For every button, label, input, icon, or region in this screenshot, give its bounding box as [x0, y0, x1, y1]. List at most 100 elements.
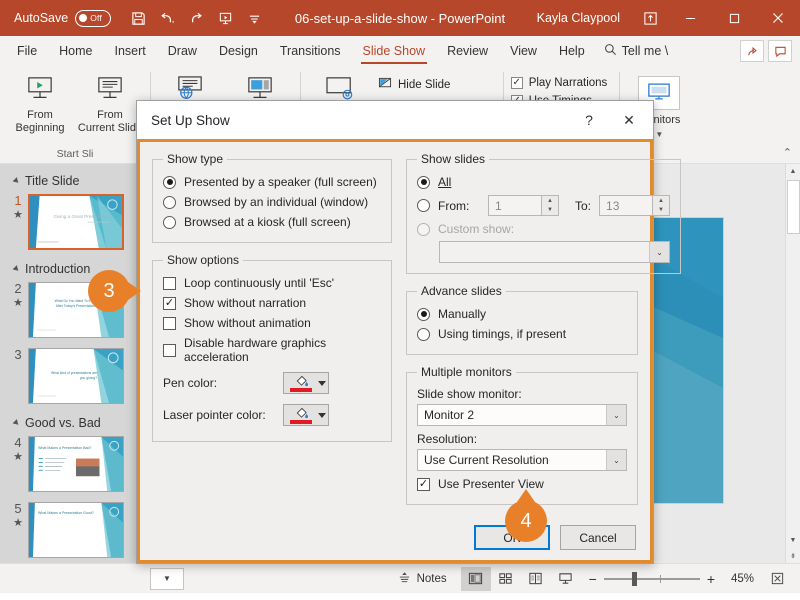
zoom-slider[interactable]	[604, 578, 700, 580]
autosave-control[interactable]: AutoSave Off	[14, 10, 111, 27]
section-header-introduction[interactable]: Introduction	[0, 258, 149, 280]
chevron-down-icon[interactable]: ⌄	[649, 242, 669, 262]
from-stepper[interactable]: 1 ▲ ▼	[488, 195, 559, 216]
scrollbar-thumb[interactable]	[787, 180, 800, 234]
checkbox-disable-hardware-acceleration[interactable]: Disable hardware graphics acceleration	[163, 333, 381, 367]
spin-up-icon[interactable]: ▲	[653, 196, 669, 206]
cancel-button[interactable]: Cancel	[560, 525, 636, 550]
list-item[interactable]: 1 ★ Giving a Great Presentation CustomGu…	[0, 192, 149, 258]
radio-indicator[interactable]	[163, 216, 176, 229]
tab-home[interactable]: Home	[48, 36, 103, 66]
spin-down-icon[interactable]: ▼	[542, 206, 558, 216]
radio-browsed-at-kiosk[interactable]: Browsed at a kiosk (full screen)	[163, 212, 381, 232]
zoom-control[interactable]: − + 45%	[581, 571, 762, 587]
checkbox-indicator[interactable]	[163, 277, 176, 290]
share-icon[interactable]	[740, 40, 764, 62]
save-icon[interactable]	[125, 5, 151, 31]
to-input[interactable]: 13	[599, 195, 653, 216]
radio-indicator[interactable]	[163, 196, 176, 209]
slide-sorter-icon[interactable]	[491, 567, 521, 591]
laser-pointer-color-button[interactable]	[283, 404, 329, 426]
chevron-down-icon[interactable]	[318, 413, 326, 418]
collapse-triangle-icon[interactable]	[13, 265, 21, 273]
zoom-out-button[interactable]: −	[589, 571, 597, 587]
customize-qat-icon[interactable]	[241, 5, 267, 31]
scroll-down-icon[interactable]: ▼	[786, 533, 800, 548]
slide-show-icon[interactable]	[551, 567, 581, 591]
close-button[interactable]	[756, 0, 800, 36]
pen-color-button[interactable]	[283, 372, 329, 394]
tab-review[interactable]: Review	[436, 36, 499, 66]
checkbox-indicator[interactable]	[163, 344, 176, 357]
ribbon-display-options-icon[interactable]	[636, 4, 664, 32]
zoom-percentage[interactable]: 45%	[722, 573, 754, 585]
dialog-title-bar[interactable]: Set Up Show ? ✕	[137, 101, 653, 139]
from-current-slide-button[interactable]: From Current Slide	[76, 70, 144, 148]
list-item[interactable]: 5 ★ What Makes a Presentation Good?	[0, 500, 149, 563]
resolution-dropdown[interactable]: Use Current Resolution ⌄	[417, 449, 627, 471]
radio-indicator[interactable]	[417, 308, 430, 321]
comments-icon[interactable]	[768, 40, 792, 62]
scroll-up-icon[interactable]: ▲	[786, 164, 800, 179]
reading-view-icon[interactable]	[521, 567, 551, 591]
to-spin-buttons[interactable]: ▲ ▼	[653, 195, 670, 216]
maximize-button[interactable]	[712, 0, 756, 36]
user-account[interactable]: Kayla Claypool	[537, 11, 620, 25]
radio-slide-range[interactable]: From: 1 ▲ ▼ To: 13 ▲ ▼	[417, 192, 670, 219]
radio-custom-show[interactable]: Custom show:	[417, 219, 670, 239]
tab-insert[interactable]: Insert	[104, 36, 157, 66]
slide-thumbnail[interactable]: What kind of presentations are you givin…	[28, 348, 124, 404]
slide-show-monitor-dropdown[interactable]: Monitor 2 ⌄	[417, 404, 627, 426]
tab-transitions[interactable]: Transitions	[269, 36, 352, 66]
spin-up-icon[interactable]: ▲	[542, 196, 558, 206]
checkbox-indicator[interactable]	[417, 478, 430, 491]
notes-button[interactable]: Notes	[384, 571, 461, 587]
undo-icon[interactable]	[154, 5, 180, 31]
fit-slide-icon[interactable]	[762, 567, 792, 591]
help-icon[interactable]: ?	[569, 104, 609, 136]
list-item[interactable]: 3 What kind of presentations are you giv…	[0, 346, 149, 412]
collapse-ribbon-icon[interactable]: ⌃	[783, 146, 792, 159]
normal-view-icon[interactable]	[461, 567, 491, 591]
tab-file[interactable]: File	[6, 36, 48, 66]
tab-design[interactable]: Design	[208, 36, 269, 66]
redo-icon[interactable]	[183, 5, 209, 31]
tab-help[interactable]: Help	[548, 36, 596, 66]
chevron-down-icon[interactable]: ▼	[655, 131, 663, 139]
play-narrations-check[interactable]: Play Narrations	[509, 74, 614, 92]
start-from-beginning-icon[interactable]	[212, 5, 238, 31]
section-header-good-vs-bad[interactable]: Good vs. Bad	[0, 412, 149, 434]
vertical-scrollbar[interactable]: ▲ ▼ ⇟	[785, 164, 800, 563]
radio-indicator[interactable]	[417, 223, 430, 236]
from-input[interactable]: 1	[488, 195, 542, 216]
radio-presented-by-speaker[interactable]: Presented by a speaker (full screen)	[163, 172, 381, 192]
play-narrations-checkbox[interactable]	[511, 77, 523, 89]
tab-slide-show[interactable]: Slide Show	[352, 36, 437, 66]
custom-show-dropdown[interactable]: ⌄	[439, 241, 670, 263]
radio-advance-using-timings[interactable]: Using timings, if present	[417, 324, 627, 344]
radio-indicator[interactable]	[163, 176, 176, 189]
autosave-toggle[interactable]: Off	[75, 10, 111, 27]
zoom-slider-handle[interactable]	[632, 572, 637, 586]
slide-thumbnail[interactable]: What Makes a Presentation Bad?	[28, 436, 124, 492]
radio-all-slides[interactable]: All	[417, 172, 670, 192]
thumbnail-pane-toggle[interactable]: ▼	[150, 568, 184, 590]
checkbox-show-without-narration[interactable]: Show without narration	[163, 293, 381, 313]
zoom-in-button[interactable]: +	[707, 571, 715, 587]
slide-thumbnail[interactable]: Giving a Great Presentation CustomGuide …	[28, 194, 124, 250]
collapse-triangle-icon[interactable]	[13, 177, 21, 185]
to-stepper[interactable]: 13 ▲ ▼	[599, 195, 670, 216]
chevron-down-icon[interactable]: ⌄	[606, 405, 626, 425]
radio-advance-manually[interactable]: Manually	[417, 304, 627, 324]
tell-me-search[interactable]: Tell me \	[596, 36, 677, 66]
hide-slide-button[interactable]: Hide Slide	[376, 74, 497, 96]
close-icon[interactable]: ✕	[609, 104, 649, 136]
from-beginning-button[interactable]: From Beginning	[6, 70, 74, 148]
spin-down-icon[interactable]: ▼	[653, 206, 669, 216]
minimize-button[interactable]	[668, 0, 712, 36]
checkbox-loop-continuously[interactable]: Loop continuously until 'Esc'	[163, 273, 381, 293]
checkbox-indicator[interactable]	[163, 297, 176, 310]
tab-draw[interactable]: Draw	[157, 36, 208, 66]
radio-indicator[interactable]	[417, 199, 430, 212]
checkbox-indicator[interactable]	[163, 317, 176, 330]
